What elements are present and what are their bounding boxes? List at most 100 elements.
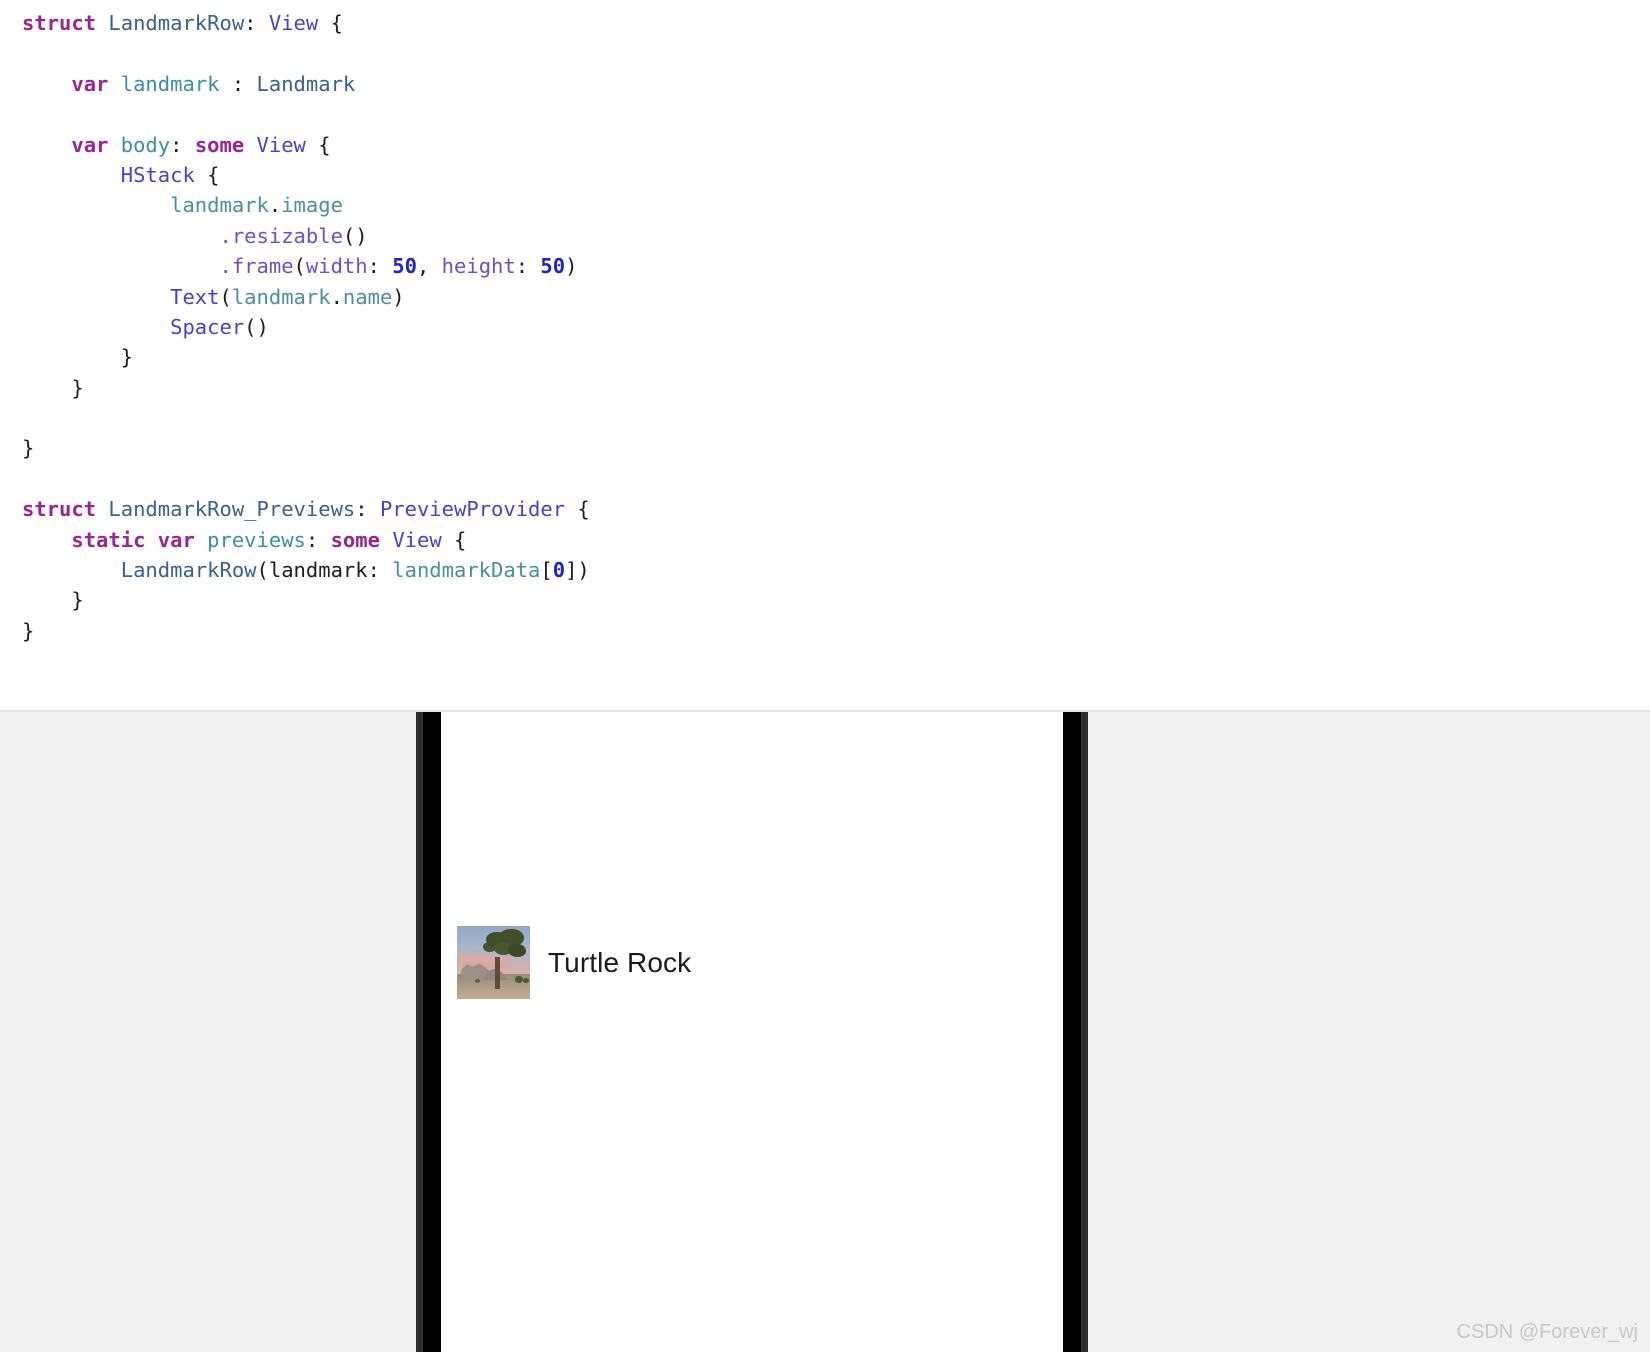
landmark-name-label: Turtle Rock	[548, 946, 692, 978]
code-line: }	[22, 373, 1650, 403]
device-bezel-right	[1063, 712, 1081, 1352]
code-token: LandmarkRow_Previews	[108, 497, 356, 522]
code-line: .frame(width: 50, height: 50)	[22, 251, 1650, 281]
code-token: {	[565, 497, 590, 522]
code-token: :	[244, 11, 269, 35]
code-token: View	[392, 527, 442, 552]
code-token: :	[355, 497, 380, 522]
code-token: 50	[392, 254, 417, 279]
landmark-row[interactable]: Turtle Rock	[457, 926, 1047, 999]
thumbnail-tree-canopy-4	[508, 943, 526, 957]
code-line: var landmark : Landmark	[22, 69, 1650, 99]
thumbnail-shrub-3	[474, 978, 480, 983]
code-line: landmark.image	[22, 190, 1650, 220]
code-token: width	[305, 254, 368, 279]
code-token: PreviewProvider	[379, 497, 566, 522]
device-bezel-left	[423, 712, 441, 1352]
code-line: struct LandmarkRow: View {	[22, 8, 1650, 38]
code-token: View	[256, 132, 306, 157]
device-bezel-edge-right	[1081, 712, 1088, 1352]
code-token: }	[22, 345, 134, 370]
code-line: static var previews: some View {	[22, 525, 1650, 555]
code-token: var	[71, 71, 121, 96]
thumbnail-shrub-1	[515, 976, 523, 983]
code-line: }	[22, 616, 1650, 646]
device-screen[interactable]: Turtle Rock	[441, 712, 1063, 1352]
code-token: ])	[565, 558, 590, 583]
code-token: LandmarkRow	[108, 11, 245, 35]
code-line: HStack {	[22, 160, 1650, 190]
code-token: .resizable	[219, 223, 343, 248]
code-token: .frame	[219, 254, 294, 279]
code-token: (	[293, 254, 306, 279]
code-token: :	[515, 254, 541, 279]
code-token: Landmark	[256, 71, 356, 96]
code-token: landmark	[231, 284, 331, 309]
device-simulator-frame[interactable]: Turtle Rock	[416, 712, 1088, 1352]
code-token: ()	[342, 223, 368, 248]
preview-canvas-pane[interactable]: Turtle Rock CSDN @Forever_wj	[0, 712, 1650, 1352]
code-line: }	[22, 585, 1650, 615]
code-token: Text	[170, 284, 220, 309]
code-token: :	[170, 132, 195, 157]
landmark-thumbnail-image	[457, 926, 530, 999]
thumbnail-shrub-2	[522, 977, 529, 983]
thumbnail-tree-trunk	[494, 956, 501, 989]
device-bezel-edge-left	[416, 712, 423, 1352]
code-token: }	[22, 588, 84, 613]
code-token: Spacer	[170, 314, 245, 339]
code-line: }	[22, 342, 1650, 372]
code-token: :	[305, 527, 331, 552]
code-token: body	[120, 132, 171, 157]
code-line: Text(landmark.name)	[22, 282, 1650, 312]
code-token: name	[342, 284, 393, 309]
code-line: .resizable()	[22, 221, 1650, 251]
code-token: :	[219, 71, 257, 96]
code-token: ()	[244, 314, 269, 339]
code-token: }	[22, 618, 35, 643]
code-token: some	[194, 132, 257, 157]
code-token: struct	[22, 11, 109, 35]
code-token: )	[392, 284, 405, 309]
code-token: {	[194, 162, 220, 187]
code-token: HStack	[120, 162, 195, 187]
code-token: .	[330, 284, 343, 309]
code-line: LandmarkRow(landmark: landmarkData[0])	[22, 555, 1650, 585]
code-token: [	[540, 558, 553, 583]
code-token: struct	[22, 497, 109, 522]
code-token: )	[565, 254, 578, 279]
code-token: {	[305, 132, 331, 157]
code-token: landmarkData	[392, 558, 541, 583]
code-editor-pane[interactable]: struct LandmarkRow: View { var landmark …	[0, 0, 1650, 711]
code-token: .	[268, 193, 282, 218]
code-token: static	[71, 527, 158, 552]
code-token: View	[268, 11, 319, 35]
code-line: Spacer()	[22, 312, 1650, 342]
code-token: LandmarkRow	[120, 558, 257, 583]
code-token: var	[71, 132, 121, 157]
code-token: some	[330, 527, 393, 552]
code-listing[interactable]: struct LandmarkRow: View { var landmark …	[22, 8, 1650, 646]
code-token: (landmark:	[256, 558, 393, 583]
csdn-watermark: CSDN @Forever_wj	[1456, 1321, 1638, 1343]
code-line: struct LandmarkRow_Previews: PreviewProv…	[22, 494, 1650, 524]
code-token: {	[441, 527, 467, 552]
code-token: }	[22, 436, 35, 461]
code-token: image	[281, 193, 343, 218]
code-line: }	[22, 433, 1650, 463]
code-token: ,	[416, 254, 442, 279]
code-token: :	[367, 254, 393, 279]
code-token: height	[441, 254, 516, 279]
code-token: {	[318, 11, 343, 35]
code-token: landmark	[170, 193, 269, 218]
code-line: var body: some View {	[22, 130, 1650, 160]
